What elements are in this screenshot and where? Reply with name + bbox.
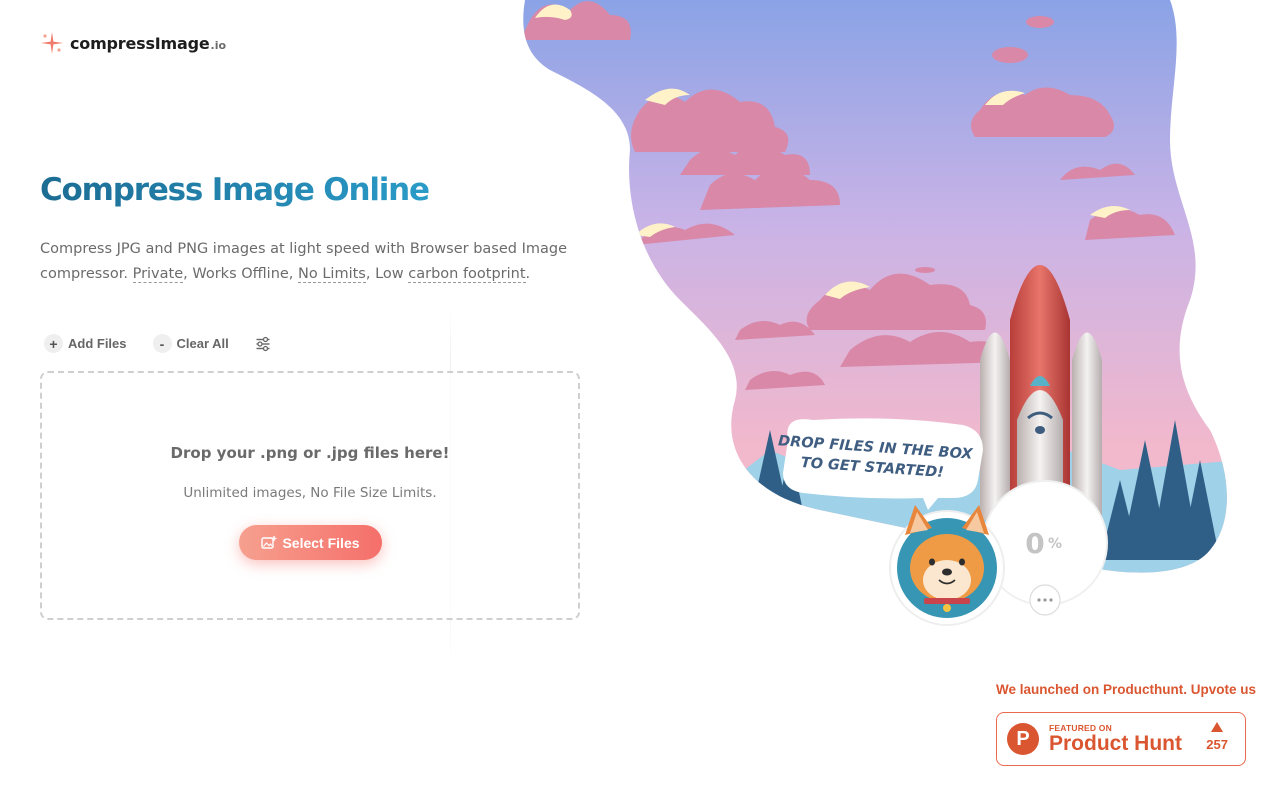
add-files-label: Add Files bbox=[68, 336, 127, 351]
subtitle-text-offline: , Works Offline, bbox=[183, 266, 299, 282]
select-files-button[interactable]: Select Files bbox=[239, 525, 382, 560]
producthunt-badge[interactable]: P FEATURED ON Product Hunt 257 bbox=[996, 712, 1246, 766]
select-files-label: Select Files bbox=[282, 534, 360, 551]
sparkle-logo-icon bbox=[41, 32, 63, 54]
brand-tld: .io bbox=[210, 38, 227, 52]
plus-icon: + bbox=[44, 334, 63, 353]
progress-value: 0 bbox=[1025, 527, 1044, 560]
producthunt-logo-icon: P bbox=[1007, 723, 1039, 755]
file-dropzone[interactable]: Drop your .png or .jpg files here! Unlim… bbox=[40, 371, 580, 620]
subtitle-text-low: , Low bbox=[365, 266, 409, 282]
add-image-icon bbox=[261, 535, 277, 549]
producthunt-name: Product Hunt bbox=[1049, 732, 1182, 755]
producthunt-message[interactable]: We launched on Producthunt. Upvote us bbox=[996, 682, 1256, 697]
rocket-illustration: DROP FILES IN THE BOX TO GET STARTED! 0 … bbox=[523, 0, 1227, 626]
producthunt-texts: FEATURED ON Product Hunt bbox=[1049, 723, 1182, 755]
carbon-footprint-link[interactable]: carbon footprint bbox=[408, 266, 526, 283]
no-limits-link[interactable]: No Limits bbox=[298, 266, 366, 283]
clear-all-label: Clear All bbox=[176, 336, 229, 351]
producthunt-votes: 257 bbox=[1206, 722, 1228, 752]
more-dots-icon[interactable] bbox=[1029, 584, 1061, 616]
file-toolbar: + Add Files - Clear All bbox=[44, 334, 271, 353]
dropzone-title: Drop your .png or .jpg files here! bbox=[42, 444, 578, 462]
producthunt-vote-count: 257 bbox=[1206, 737, 1228, 752]
dropzone-title-text: Drop your .png or .jpg files here! bbox=[170, 444, 450, 462]
brand-name: compressImage bbox=[70, 33, 210, 53]
page-title: Compress Image Online bbox=[40, 172, 430, 208]
private-link[interactable]: Private bbox=[132, 266, 184, 283]
clear-all-button[interactable]: - Clear All bbox=[152, 334, 229, 353]
add-files-button[interactable]: + Add Files bbox=[44, 334, 127, 353]
upvote-arrow-icon bbox=[1211, 722, 1224, 732]
dropzone-subtitle: Unlimited images, No File Size Limits. bbox=[183, 485, 437, 501]
minus-icon: - bbox=[152, 334, 172, 353]
page-subtitle: Compress JPG and PNG images at light spe… bbox=[40, 237, 580, 287]
progress-unit: % bbox=[1048, 536, 1062, 552]
sliders-icon[interactable] bbox=[255, 336, 271, 352]
brand-logo[interactable]: compressImage .io bbox=[40, 31, 226, 55]
